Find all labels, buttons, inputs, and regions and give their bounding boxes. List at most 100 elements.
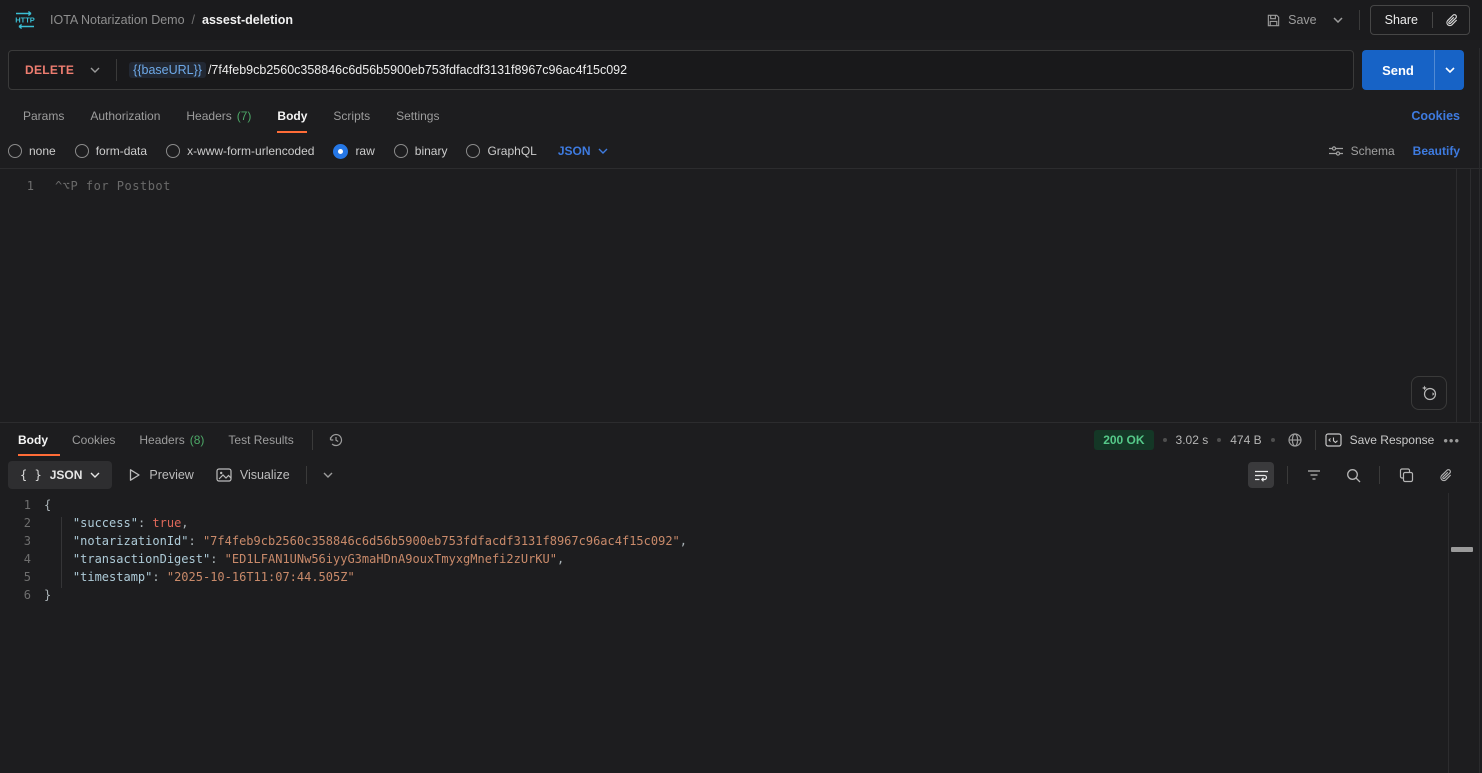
radio-label: x-www-form-urlencoded bbox=[187, 144, 314, 158]
preview-button[interactable]: Preview bbox=[122, 468, 199, 482]
response-header-tools bbox=[312, 429, 347, 451]
toolbar-divider bbox=[306, 466, 307, 484]
cookies-link[interactable]: Cookies bbox=[1411, 109, 1460, 123]
response-tab-test-results[interactable]: Test Results bbox=[216, 423, 305, 457]
radio-label: form-data bbox=[96, 144, 147, 158]
response-tab-cookies[interactable]: Cookies bbox=[60, 423, 127, 457]
braces-icon: { } bbox=[20, 468, 42, 482]
code-line: 5 "timestamp": "2025-10-16T11:07:44.505Z… bbox=[0, 568, 1482, 586]
response-scrollbar-track bbox=[1448, 493, 1449, 773]
top-header: HTTP IOTA Notarization Demo / assest-del… bbox=[0, 0, 1482, 40]
tab-scripts[interactable]: Scripts bbox=[320, 98, 383, 134]
tab-label: Body bbox=[277, 109, 307, 123]
code-line: 4 "transactionDigest": "ED1LFAN1UNw56iyy… bbox=[0, 550, 1482, 568]
meta-dot bbox=[1271, 438, 1275, 442]
method-selector[interactable]: DELETE bbox=[9, 63, 116, 77]
schema-button[interactable]: Schema bbox=[1328, 144, 1395, 158]
url-input[interactable]: {{baseURL}} /7f4feb9cb2560c358846c6d56b5… bbox=[117, 62, 627, 78]
tab-label: Scripts bbox=[333, 109, 370, 123]
tab-body[interactable]: Body bbox=[264, 98, 320, 134]
wrap-lines-icon[interactable] bbox=[1248, 462, 1274, 488]
network-info-globe-icon[interactable] bbox=[1284, 429, 1306, 451]
visualize-options-chevron[interactable] bbox=[317, 464, 339, 486]
breadcrumb-collection[interactable]: IOTA Notarization Demo bbox=[50, 13, 185, 27]
body-type-binary[interactable]: binary bbox=[394, 144, 448, 158]
editor-line: 1 ^⌥P for Postbot bbox=[0, 176, 1482, 195]
copy-link-icon[interactable] bbox=[1433, 6, 1469, 34]
code-line: 6} bbox=[0, 586, 1482, 604]
response-size: 474 B bbox=[1230, 433, 1261, 447]
response-tab-body[interactable]: Body bbox=[18, 423, 60, 457]
tab-params[interactable]: Params bbox=[10, 98, 77, 134]
schema-label: Schema bbox=[1351, 144, 1395, 158]
svg-text:HTTP: HTTP bbox=[15, 16, 35, 25]
send-options-chevron[interactable] bbox=[1434, 50, 1464, 90]
tab-count-badge: (8) bbox=[190, 433, 205, 447]
body-type-graphql[interactable]: GraphQL bbox=[466, 144, 536, 158]
code-line-number: 5 bbox=[0, 570, 44, 584]
tab-authorization[interactable]: Authorization bbox=[77, 98, 173, 134]
radio-label: none bbox=[29, 144, 56, 158]
request-body-editor[interactable]: 1 ^⌥P for Postbot bbox=[0, 168, 1482, 422]
body-type-raw[interactable]: raw bbox=[333, 144, 374, 159]
method-chevron-icon bbox=[90, 67, 100, 73]
breadcrumb-separator: / bbox=[192, 13, 195, 27]
code-line-content: "transactionDigest": "ED1LFAN1UNw56iyyG3… bbox=[44, 552, 564, 566]
editor-scrollbar-track[interactable] bbox=[1456, 169, 1457, 422]
app-window: HTTP IOTA Notarization Demo / assest-del… bbox=[0, 0, 1482, 773]
code-line-content: "notarizationId": "7f4feb9cb2560c358846c… bbox=[44, 534, 687, 548]
response-tabs-divider bbox=[312, 430, 313, 450]
tab-settings[interactable]: Settings bbox=[383, 98, 452, 134]
beautify-button[interactable]: Beautify bbox=[1413, 144, 1460, 158]
base-url-variable[interactable]: {{baseURL}} bbox=[129, 62, 206, 78]
share-button[interactable]: Share bbox=[1371, 6, 1432, 34]
code-line-content: "success": true, bbox=[44, 516, 189, 530]
breadcrumb-request-name[interactable]: assest-deletion bbox=[202, 13, 293, 27]
radio-icon bbox=[394, 144, 408, 158]
body-type-none[interactable]: none bbox=[8, 144, 56, 158]
code-line-content: { bbox=[44, 498, 51, 512]
save-button[interactable]: Save bbox=[1266, 13, 1317, 28]
send-button[interactable]: Send bbox=[1362, 50, 1434, 90]
url-box: DELETE {{baseURL}} /7f4feb9cb2560c358846… bbox=[8, 50, 1354, 90]
search-icon[interactable] bbox=[1340, 462, 1366, 488]
save-response-icon bbox=[1325, 433, 1342, 447]
code-line-content: "timestamp": "2025-10-16T11:07:44.505Z" bbox=[44, 570, 355, 584]
body-type-form-data[interactable]: form-data bbox=[75, 144, 147, 158]
code-line: 3 "notarizationId": "7f4feb9cb2560c35884… bbox=[0, 532, 1482, 550]
more-actions-icon[interactable]: ••• bbox=[1443, 433, 1460, 448]
save-response-label: Save Response bbox=[1350, 433, 1435, 447]
save-options-chevron[interactable] bbox=[1327, 9, 1349, 31]
body-type-row: none form-data x-www-form-urlencoded raw bin… bbox=[0, 134, 1482, 168]
body-options-right: Schema Beautify bbox=[1328, 144, 1460, 158]
header-divider bbox=[1359, 10, 1360, 30]
response-tab-headers[interactable]: Headers(8) bbox=[127, 423, 216, 457]
meta-dot bbox=[1217, 438, 1221, 442]
url-path: /7f4feb9cb2560c358846c6d56b5900eb753fdfa… bbox=[208, 63, 627, 77]
response-header-row: BodyCookiesHeaders(8)Test Results 200 OK… bbox=[0, 423, 1482, 457]
tab-label: Params bbox=[23, 109, 64, 123]
response-format-selector[interactable]: { } JSON bbox=[8, 461, 112, 489]
response-scrollbar-thumb[interactable] bbox=[1451, 547, 1473, 552]
tab-label: Test Results bbox=[228, 433, 293, 447]
radio-icon bbox=[166, 144, 180, 158]
share-button-group: Share bbox=[1370, 5, 1470, 35]
code-line-number: 6 bbox=[0, 588, 44, 602]
copy-icon[interactable] bbox=[1393, 462, 1419, 488]
history-icon[interactable] bbox=[325, 429, 347, 451]
sliders-icon bbox=[1328, 144, 1344, 158]
body-type-x-www-form-urlencoded[interactable]: x-www-form-urlencoded bbox=[166, 144, 314, 158]
response-body-viewer[interactable]: 1{2 "success": true,3 "notarizationId": … bbox=[0, 493, 1482, 773]
code-line: 2 "success": true, bbox=[0, 514, 1482, 532]
response-tabs: BodyCookiesHeaders(8) Test Results bbox=[8, 423, 306, 457]
raw-language-selector[interactable]: JSON bbox=[558, 144, 608, 158]
save-response-button[interactable]: Save Response bbox=[1325, 433, 1435, 447]
radio-label: raw bbox=[355, 144, 374, 158]
save-label: Save bbox=[1288, 13, 1317, 27]
response-toolbar: { } JSON Preview Visualize bbox=[0, 457, 1482, 493]
filter-icon[interactable] bbox=[1301, 462, 1327, 488]
visualize-button[interactable]: Visualize bbox=[210, 468, 296, 482]
link-icon[interactable] bbox=[1432, 462, 1458, 488]
postbot-button[interactable] bbox=[1411, 376, 1447, 410]
tab-headers[interactable]: Headers(7) bbox=[173, 98, 264, 134]
